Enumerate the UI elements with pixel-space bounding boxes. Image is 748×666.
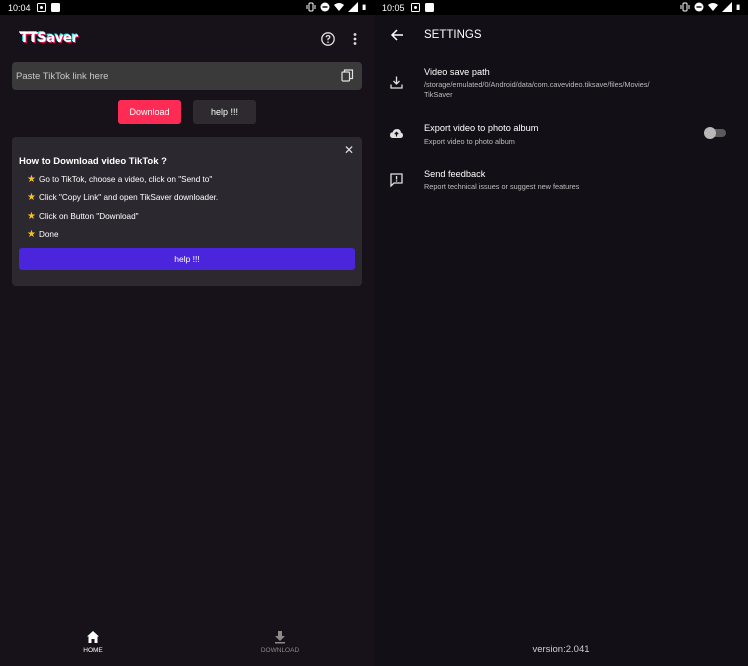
step-text: Click "Copy Link" and open TikSaver down… bbox=[38, 193, 219, 202]
home-icon bbox=[87, 631, 99, 643]
card-help-button[interactable]: help !!! bbox=[19, 248, 355, 270]
back-arrow-icon[interactable] bbox=[390, 28, 404, 42]
export-toggle[interactable] bbox=[704, 127, 726, 139]
status-time: 10:05 bbox=[382, 3, 405, 13]
star-icon: ★ bbox=[27, 211, 36, 222]
battery-icon bbox=[736, 4, 740, 10]
settings-screen: 10:05 SETTINGS Video save path /storage/… bbox=[374, 0, 748, 666]
setting-title: Video save path bbox=[424, 67, 490, 77]
vibrate-icon bbox=[680, 2, 690, 12]
toggle-knob bbox=[704, 127, 716, 139]
setting-subtitle: Report technical issues or suggest new f… bbox=[424, 182, 580, 191]
how-to-card: ✕ How to Download video TikTok ? ★ Go to … bbox=[12, 137, 362, 286]
system-icons bbox=[306, 2, 368, 12]
bottom-nav: HOME DOWNLOAD bbox=[0, 626, 374, 666]
setting-title: Send feedback bbox=[424, 169, 486, 179]
wifi-icon bbox=[334, 3, 344, 11]
setting-send-feedback[interactable]: Send feedback Report technical issues or… bbox=[374, 166, 748, 196]
nav-download[interactable]: DOWNLOAD bbox=[250, 630, 310, 654]
step-item: ★ Done bbox=[27, 229, 59, 240]
close-icon[interactable]: ✕ bbox=[344, 143, 354, 157]
nav-download-label: DOWNLOAD bbox=[260, 647, 300, 654]
step-text: Click on Button "Download" bbox=[38, 212, 139, 221]
status-bar: 10:05 bbox=[374, 0, 748, 15]
link-field bbox=[12, 62, 362, 90]
app-notification-icon bbox=[425, 3, 434, 12]
download-icon bbox=[275, 631, 285, 644]
save-download-icon bbox=[390, 76, 403, 89]
card-title: How to Download video TikTok ? bbox=[19, 156, 167, 167]
minus-circle-icon bbox=[694, 2, 704, 12]
tiktok-link-input[interactable] bbox=[16, 62, 336, 90]
step-item: ★ Click "Copy Link" and open TikSaver dow… bbox=[27, 192, 218, 203]
more-vert-icon[interactable] bbox=[347, 31, 363, 47]
step-text: Go to TikTok, choose a video, click on "… bbox=[38, 175, 213, 184]
nav-home[interactable]: HOME bbox=[63, 630, 123, 654]
setting-export-album[interactable]: Export video to photo album Export video… bbox=[374, 120, 748, 150]
wifi-icon bbox=[708, 3, 718, 11]
step-item: ★ Click on Button "Download" bbox=[27, 211, 139, 222]
signal-icon bbox=[722, 2, 732, 12]
status-time: 10:04 bbox=[8, 3, 31, 13]
help-button[interactable]: help !!! bbox=[193, 100, 256, 124]
star-icon: ★ bbox=[27, 192, 36, 203]
home-screen: 10:04 TTSaver Download help !!! ✕ How to… bbox=[0, 0, 374, 666]
minus-circle-icon bbox=[320, 2, 330, 12]
notification-icon bbox=[37, 3, 46, 12]
status-bar: 10:04 bbox=[0, 0, 374, 15]
step-item: ★ Go to TikTok, choose a video, click on … bbox=[27, 174, 212, 185]
star-icon: ★ bbox=[27, 174, 36, 185]
app-notification-icon bbox=[51, 3, 60, 12]
download-button[interactable]: Download bbox=[118, 100, 181, 124]
feedback-icon bbox=[390, 173, 403, 187]
signal-icon bbox=[348, 2, 358, 12]
setting-title: Export video to photo album bbox=[424, 123, 539, 133]
star-icon: ★ bbox=[27, 229, 36, 240]
step-text: Done bbox=[38, 230, 59, 239]
nav-home-label: HOME bbox=[83, 647, 103, 654]
page-title: SETTINGS bbox=[424, 29, 482, 41]
cloud-upload-icon bbox=[390, 129, 403, 138]
setting-video-save-path[interactable]: Video save path /storage/emulated/0/Andr… bbox=[374, 64, 748, 104]
version-label: version:2.041 bbox=[532, 644, 590, 655]
app-logo: TTSaver bbox=[20, 31, 78, 46]
vibrate-icon bbox=[306, 2, 316, 12]
notification-icon bbox=[411, 3, 420, 12]
paste-icon[interactable] bbox=[341, 69, 354, 82]
help-circle-icon[interactable] bbox=[320, 31, 336, 47]
setting-subtitle: /storage/emulated/0/Android/data/com.cav… bbox=[424, 80, 650, 99]
setting-subtitle: Export video to photo album bbox=[424, 137, 515, 146]
system-icons bbox=[680, 2, 742, 12]
battery-icon bbox=[362, 4, 366, 10]
